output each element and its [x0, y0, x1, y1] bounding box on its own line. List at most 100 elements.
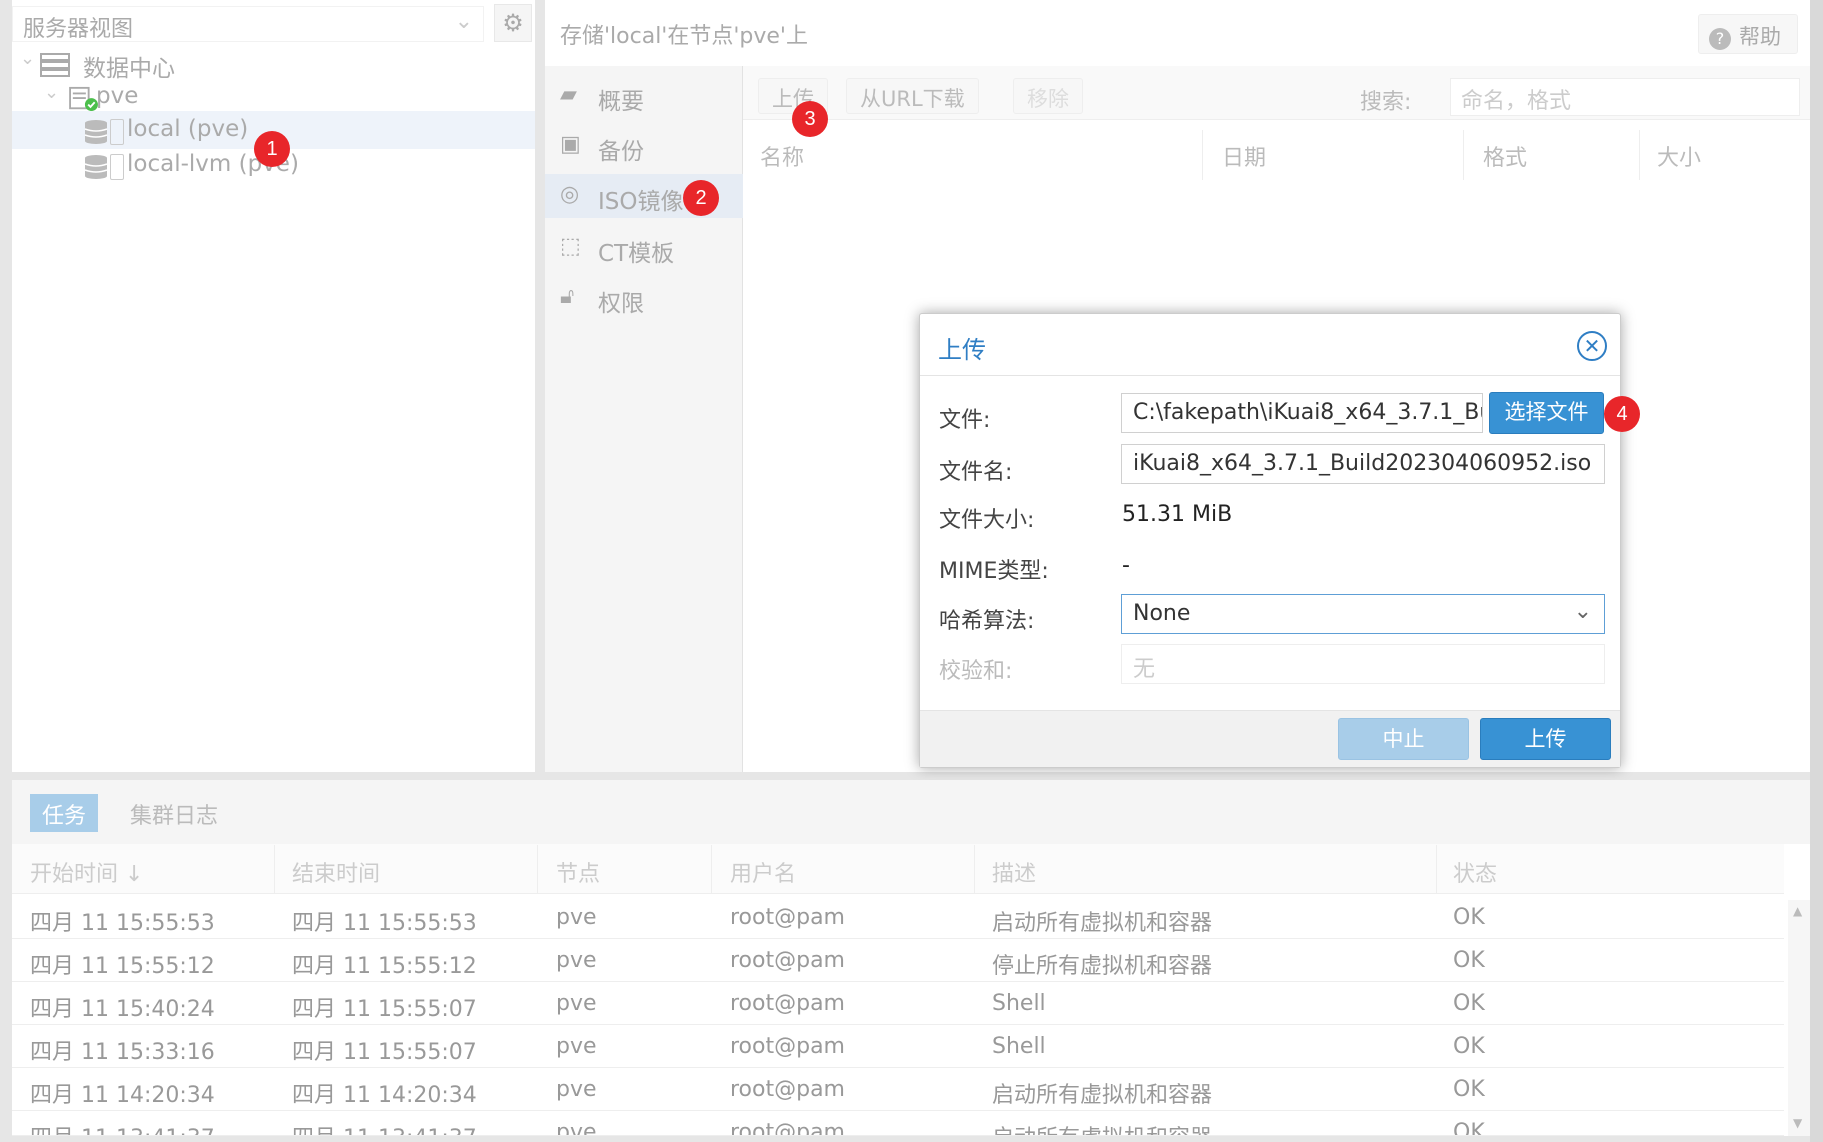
column-divider [1639, 130, 1640, 180]
tab-tasks[interactable]: 任务 [30, 794, 99, 832]
hash-label: 哈希算法: [939, 609, 1035, 634]
table-row[interactable]: 四月 11 15:55:53 四月 11 15:55:53 pve root@p… [12, 896, 1784, 939]
tree-item-label: pve [96, 83, 139, 109]
dialog-upload-button[interactable]: 上传 [1480, 718, 1611, 760]
file-path-field[interactable]: C:\fakepath\iKuai8_x64_3.7.1_Bu [1121, 393, 1483, 433]
nav-item-summary[interactable]: ▰ 概要 [545, 74, 743, 118]
remove-button[interactable]: 移除 [1013, 78, 1083, 114]
nav-item-backup[interactable]: ▣ 备份 [545, 124, 743, 168]
column-divider [274, 845, 275, 893]
tree-item-label: local (pve) [127, 116, 249, 142]
cell-node: pve [556, 948, 597, 973]
download-url-button[interactable]: 从URL下载 [846, 78, 979, 114]
cell-description: 停止所有虚拟机和容器 [992, 954, 1213, 979]
cube-icon: ⬚ [560, 234, 581, 259]
view-select-value: 服务器视图 [23, 17, 134, 42]
cell-description: 启动所有虚拟机和容器 [992, 1120, 1212, 1135]
cell-status: OK [1453, 905, 1485, 930]
column-divider [974, 845, 975, 893]
chevron-down-icon: ⌄ [454, 9, 473, 34]
annotation-marker-4: 4 [1604, 396, 1640, 432]
column-header-format[interactable]: 格式 [1483, 140, 1527, 172]
cell-description: 启动所有虚拟机和容器 [992, 911, 1213, 936]
cell-start: 四月 11 15:55:53 [30, 911, 215, 936]
nav-item-label: CT模板 [598, 241, 675, 267]
tab-cluster-log[interactable]: 集群日志 [118, 794, 230, 832]
floppy-icon: ▣ [560, 132, 581, 157]
annotation-marker-3: 3 [792, 101, 828, 137]
cell-node: pve [556, 1034, 597, 1059]
column-divider [1202, 130, 1203, 180]
scroll-up-icon[interactable]: ▲ [1793, 904, 1802, 918]
disk-icon [110, 119, 124, 145]
cell-node: pve [556, 1077, 597, 1102]
help-button[interactable]: ? 帮助 [1698, 14, 1798, 54]
cell-start: 四月 11 15:33:16 [30, 1040, 215, 1065]
task-list-scrollbar[interactable]: ▲ ▼ [1788, 900, 1810, 1136]
nav-item-label: ISO镜像 [598, 189, 684, 215]
column-header-end-time[interactable]: 结束时间 [292, 856, 380, 888]
chevron-down-icon: ⌄ [20, 48, 36, 69]
cell-status: OK [1453, 1034, 1485, 1059]
abort-button[interactable]: 中止 [1338, 718, 1469, 760]
column-header-node[interactable]: 节点 [556, 856, 600, 888]
table-row[interactable]: 四月 11 15:40:24 四月 11 15:55:07 pve root@p… [12, 982, 1784, 1025]
table-row[interactable]: 四月 11 14:20:34 四月 11 14:20:34 pve root@p… [12, 1068, 1784, 1111]
cell-status: OK [1453, 1120, 1485, 1136]
column-header-start-time[interactable]: 开始时间 ↓ [30, 856, 143, 888]
nav-item-label: 备份 [598, 139, 644, 165]
view-select[interactable]: 服务器视图 ⌄ [12, 6, 484, 42]
checksum-input[interactable]: 无 [1121, 644, 1605, 684]
scroll-down-icon[interactable]: ▼ [1793, 1116, 1802, 1130]
gear-icon[interactable]: ⚙ [494, 4, 532, 42]
column-divider [537, 845, 538, 893]
cell-end: 四月 11 14:20:34 [292, 1083, 477, 1108]
column-header-description[interactable]: 描述 [992, 856, 1036, 888]
filesize-value: 51.31 MiB [1122, 502, 1233, 527]
divider [920, 375, 1620, 376]
column-divider [711, 845, 712, 893]
help-label: 帮助 [1739, 25, 1781, 49]
datacenter-icon [40, 53, 70, 77]
question-icon: ? [1709, 28, 1731, 50]
filename-field[interactable]: iKuai8_x64_3.7.1_Build202304060952.iso [1121, 444, 1605, 484]
cell-end: 四月 11 15:55:07 [292, 997, 477, 1022]
table-row[interactable]: 四月 11 13:41:37 四月 11 13:41:37 pve root@p… [12, 1111, 1784, 1136]
column-header-status[interactable]: 状态 [1453, 856, 1497, 888]
choose-file-button[interactable]: 选择文件 [1489, 392, 1604, 434]
table-row[interactable]: 四月 11 15:33:16 四月 11 15:55:07 pve root@p… [12, 1025, 1784, 1068]
close-icon[interactable]: ✕ [1577, 331, 1607, 361]
chevron-down-icon: ⌄ [1573, 599, 1592, 624]
table-row[interactable]: 四月 11 15:55:12 四月 11 15:55:12 pve root@p… [12, 939, 1784, 982]
column-header-date[interactable]: 日期 [1222, 140, 1266, 172]
cell-user: root@pam [730, 1077, 845, 1102]
cell-node: pve [556, 1120, 597, 1136]
column-header-user[interactable]: 用户名 [730, 856, 796, 888]
nav-item-permissions[interactable]: 🔓︎ 权限 [545, 276, 743, 320]
dialog-title: 上传 [938, 336, 986, 364]
column-header-name[interactable]: 名称 [760, 140, 804, 172]
cell-node: pve [556, 905, 597, 930]
cell-description: 启动所有虚拟机和容器 [992, 1083, 1213, 1108]
column-header-size[interactable]: 大小 [1657, 140, 1701, 172]
annotation-marker-1: 1 [254, 131, 290, 167]
file-label: 文件: [939, 408, 991, 433]
search-label: 搜索: [1360, 90, 1412, 115]
cell-end: 四月 11 15:55:53 [292, 911, 477, 936]
cell-status: OK [1453, 948, 1485, 973]
annotation-marker-2: 2 [683, 180, 719, 216]
unlock-icon: 🔓︎ [560, 284, 575, 309]
filesize-label: 文件大小: [939, 508, 1035, 533]
search-input[interactable]: 命名，格式 [1450, 78, 1800, 116]
checksum-label: 校验和: [939, 659, 1013, 684]
nav-item-ct-templates[interactable]: ⬚ CT模板 [545, 226, 743, 270]
mime-value: - [1122, 553, 1130, 578]
cell-user: root@pam [730, 1120, 845, 1136]
cell-end: 四月 11 13:41:37 [292, 1120, 477, 1135]
cell-user: root@pam [730, 991, 845, 1016]
hash-algorithm-select[interactable]: None ⌄ [1121, 594, 1605, 634]
cell-start: 四月 11 15:55:12 [30, 954, 215, 979]
tree-item-datacenter[interactable]: ⌄ 数据中心 [12, 44, 535, 82]
cell-description: Shell [992, 991, 1046, 1016]
disk-icon [110, 154, 124, 180]
